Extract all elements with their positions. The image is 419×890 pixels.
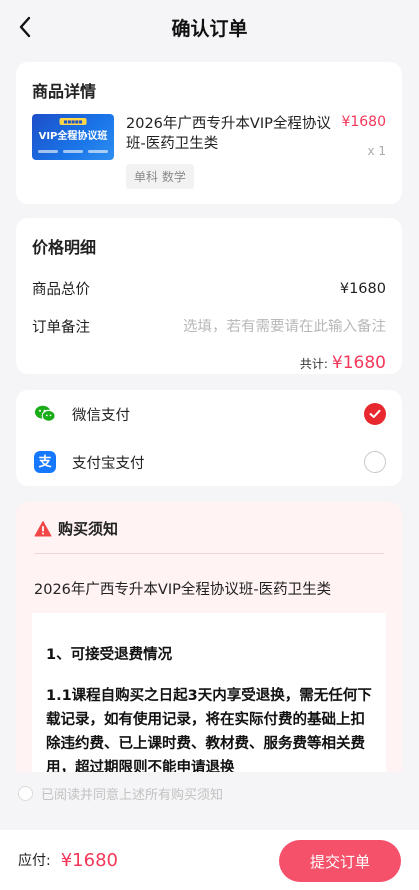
price-details-card: 价格明细 商品总价 ¥1680 订单备注 共计: ¥1680 bbox=[16, 218, 402, 374]
thumbnail-decoration bbox=[38, 150, 108, 154]
product-row[interactable]: ■■■■■ VIP全程协议班 2026年广西专升本VIP全程协议班-医药卫生类 … bbox=[32, 114, 386, 189]
section-title: 价格明细 bbox=[32, 238, 97, 257]
warning-icon bbox=[34, 520, 52, 536]
amount-due-value: ¥1680 bbox=[60, 849, 118, 871]
payment-option-wechat[interactable]: 微信支付 bbox=[32, 390, 386, 438]
divider bbox=[34, 553, 384, 554]
product-thumbnail: ■■■■■ VIP全程协议班 bbox=[32, 114, 114, 160]
payment-label-wechat: 微信支付 bbox=[72, 407, 130, 424]
product-info: 2026年广西专升本VIP全程协议班-医药卫生类 ¥1680 x 1 单科 数学 bbox=[126, 114, 386, 189]
product-price: ¥1680 bbox=[341, 114, 386, 130]
remark-input[interactable] bbox=[156, 318, 386, 335]
goods-total-label: 商品总价 bbox=[32, 282, 90, 298]
thumbnail-title: VIP全程协议班 bbox=[38, 131, 108, 142]
radio-unchecked[interactable] bbox=[364, 451, 386, 473]
notice-heading: 1、可接受退费情况 bbox=[46, 647, 173, 663]
wechat-pay-icon bbox=[34, 403, 56, 425]
remark-label: 订单备注 bbox=[32, 320, 90, 336]
section-title: 商品详情 bbox=[32, 82, 97, 101]
agree-terms-row[interactable]: 已阅读并同意上述所有购买须知 bbox=[0, 772, 419, 814]
payment-option-alipay[interactable]: 支 支付宝支付 bbox=[32, 438, 386, 486]
page-title: 确认订单 bbox=[171, 17, 248, 40]
payment-label-alipay: 支付宝支付 bbox=[72, 455, 145, 472]
product-name: 2026年广西专升本VIP全程协议班-医药卫生类 bbox=[126, 116, 331, 152]
product-quantity: x 1 bbox=[367, 144, 386, 158]
submit-order-button[interactable]: 提交订单 bbox=[279, 840, 401, 882]
sum-row: 共计: ¥1680 bbox=[32, 353, 386, 373]
chevron-left-icon bbox=[19, 16, 31, 38]
product-details-card: 商品详情 ■■■■■ VIP全程协议班 2026年广西专升本VIP全程协议班-医… bbox=[16, 62, 402, 204]
sum-value: ¥1680 bbox=[331, 353, 386, 373]
back-button[interactable] bbox=[12, 14, 38, 40]
sum-label: 共计: bbox=[299, 357, 328, 371]
notice-title: 购买须知 bbox=[58, 520, 119, 538]
goods-total-value: ¥1680 bbox=[339, 280, 386, 297]
alipay-icon: 支 bbox=[34, 451, 56, 473]
product-tag: 单科 数学 bbox=[126, 164, 194, 189]
bottom-bar: 应付: ¥1680 提交订单 bbox=[0, 830, 419, 890]
top-bar: 确认订单 bbox=[0, 0, 419, 54]
agree-checkbox[interactable] bbox=[18, 785, 33, 801]
amount-due-label: 应付: bbox=[18, 853, 51, 869]
goods-total-row: 商品总价 ¥1680 bbox=[32, 278, 386, 299]
check-icon bbox=[369, 409, 381, 418]
notice-header: 购买须知 bbox=[34, 518, 384, 539]
thumbnail-badge: ■■■■■ bbox=[59, 118, 87, 125]
agree-text: 已阅读并同意上述所有购买须知 bbox=[41, 787, 224, 803]
radio-checked[interactable] bbox=[364, 403, 386, 425]
payment-methods-card: 微信支付 支 支付宝支付 bbox=[16, 390, 402, 486]
notice-paragraph: 1.1课程自购买之日起3天内享受退换，需无任何下载记录，如有使用记录，将在实际付… bbox=[46, 688, 372, 772]
notice-content[interactable]: 1、可接受退费情况 1.1课程自购买之日起3天内享受退换，需无任何下载记录，如有… bbox=[32, 613, 386, 772]
remark-row: 订单备注 bbox=[32, 316, 386, 337]
notice-course-name: 2026年广西专升本VIP全程协议班-医药卫生类 bbox=[34, 582, 332, 598]
purchase-notice-card: 购买须知 2026年广西专升本VIP全程协议班-医药卫生类 1、可接受退费情况 … bbox=[16, 502, 402, 772]
